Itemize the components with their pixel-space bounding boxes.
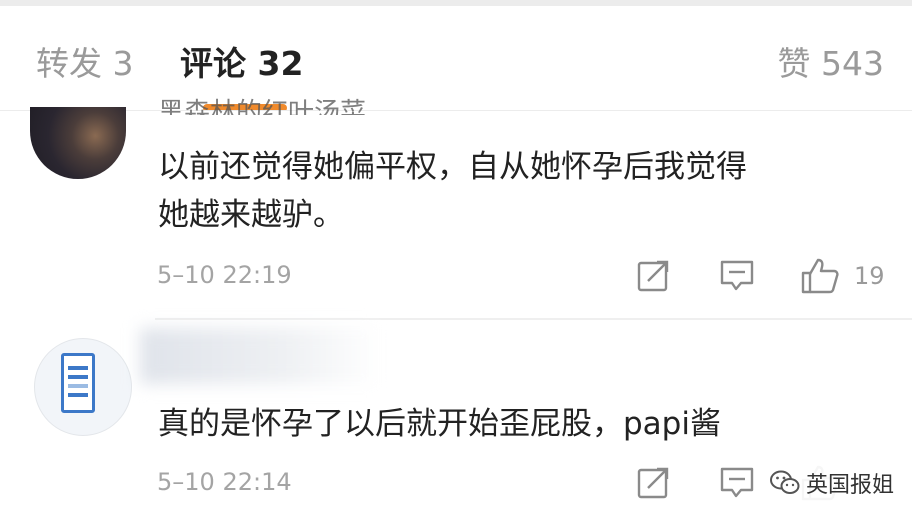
watermark-text: 英国报姐 <box>805 473 894 498</box>
like-button[interactable]: 19 <box>800 257 885 295</box>
tab-comments[interactable]: 评论 32 <box>180 44 303 84</box>
wechat-icon <box>769 470 800 494</box>
document-icon <box>61 353 95 413</box>
blurred-username-mask <box>140 328 380 384</box>
comment-timestamp: 5–10 22:14 <box>157 468 292 496</box>
share-icon <box>637 260 669 292</box>
reply-button[interactable] <box>719 257 755 293</box>
tab-bar: 转发 3 评论 32 赞 543 <box>0 6 912 112</box>
tab-repost[interactable]: 转发 3 <box>36 44 134 84</box>
avatar[interactable] <box>30 107 126 179</box>
reply-icon <box>720 467 754 498</box>
share-icon <box>637 467 669 499</box>
comment-item: 黑森林的红叶汤菜 以前还觉得她偏平权，自从她怀孕后我觉得 她越来越驴。 5–10… <box>0 98 912 318</box>
reply-button[interactable] <box>719 464 755 500</box>
like-count: 19 <box>854 262 885 290</box>
reply-icon <box>720 260 754 291</box>
share-button[interactable] <box>636 257 672 293</box>
comment-text: 以前还觉得她偏平权，自从她怀孕后我觉得 她越来越驴。 <box>158 149 747 233</box>
avatar[interactable] <box>34 338 132 436</box>
thumbs-up-icon <box>801 258 839 294</box>
watermark: 英国报姐 <box>763 465 900 501</box>
share-button[interactable] <box>636 464 672 500</box>
comment-text: 真的是怀孕了以后就开始歪屁股，papi酱 <box>158 406 721 442</box>
tab-likes[interactable]: 赞 543 <box>778 44 884 84</box>
comment-username[interactable]: 黑森林的红叶汤菜 <box>158 95 366 115</box>
comment-timestamp: 5–10 22:19 <box>157 261 292 289</box>
